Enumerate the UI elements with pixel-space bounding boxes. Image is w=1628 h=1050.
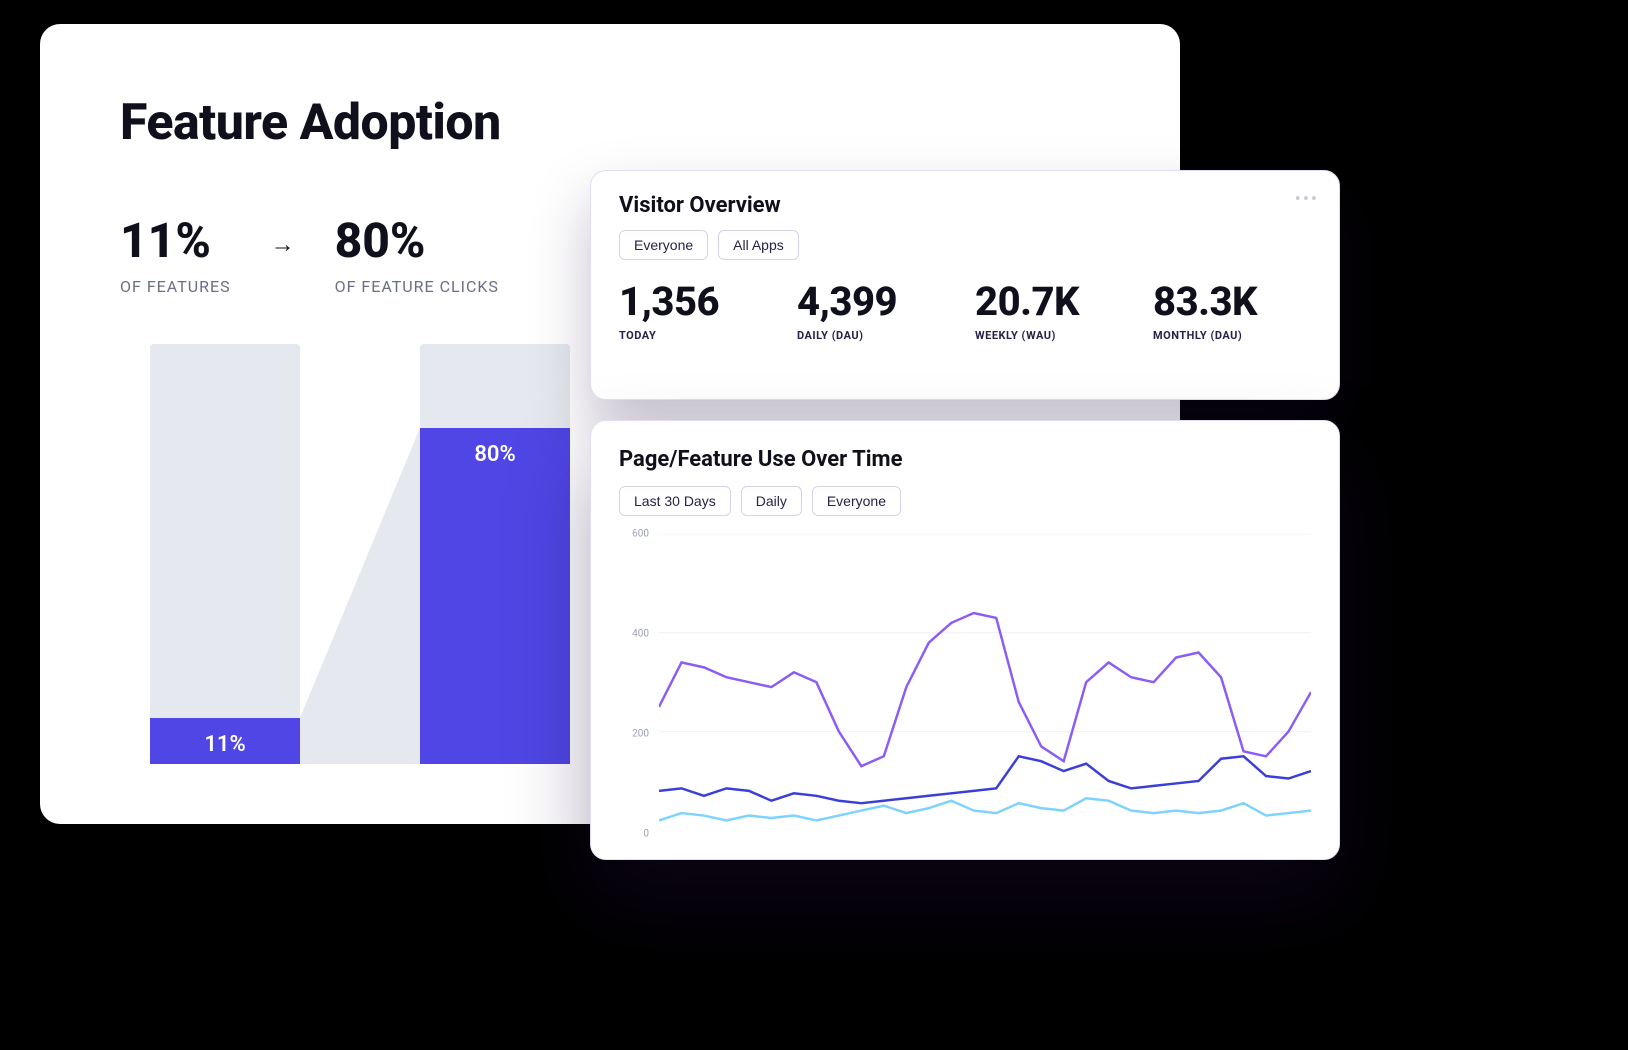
metric: 83.3K MONTHLY (DAU) bbox=[1153, 278, 1311, 342]
line-series bbox=[659, 756, 1311, 803]
metric: 20.7K WEEKLY (WAU) bbox=[975, 278, 1133, 342]
bar-fill: 80% bbox=[420, 428, 570, 764]
stat-value: 80% bbox=[335, 212, 499, 269]
metric-value: 20.7K bbox=[975, 278, 1133, 325]
visitor-overview-filters: Everyone All Apps bbox=[619, 230, 1311, 260]
bar-of-feature-clicks: 80% bbox=[420, 344, 570, 764]
stat-of-features: 11% OF FEATURES bbox=[120, 212, 231, 296]
y-tick-label: 600 bbox=[632, 529, 649, 540]
line-series bbox=[659, 613, 1311, 766]
bar-connector bbox=[300, 344, 420, 764]
filter-chip[interactable]: Last 30 Days bbox=[619, 486, 731, 516]
y-tick-label: 400 bbox=[632, 629, 649, 640]
page-feature-use-title: Page/Feature Use Over Time bbox=[619, 447, 1311, 472]
metric-value: 83.3K bbox=[1153, 278, 1311, 325]
stat-of-feature-clicks: 80% OF FEATURE CLICKS bbox=[335, 212, 499, 296]
bar-value-label: 80% bbox=[474, 442, 515, 467]
visitor-overview-card: ••• Visitor Overview Everyone All Apps 1,… bbox=[590, 170, 1340, 400]
y-axis-labels: 0200400600 bbox=[619, 534, 649, 834]
more-icon[interactable]: ••• bbox=[1295, 189, 1319, 210]
stat-value: 11% bbox=[120, 212, 231, 269]
stat-label: OF FEATURE CLICKS bbox=[335, 277, 499, 296]
bar-of-features: 11% bbox=[150, 344, 300, 764]
line-series bbox=[659, 798, 1311, 820]
bar-fill: 11% bbox=[150, 718, 300, 764]
metric-label: DAILY (DAU) bbox=[797, 329, 955, 342]
filter-chip[interactable]: Everyone bbox=[619, 230, 708, 260]
stat-label: OF FEATURES bbox=[120, 277, 231, 296]
line-chart-svg bbox=[659, 534, 1311, 830]
filter-chip[interactable]: All Apps bbox=[718, 230, 799, 260]
metric-label: TODAY bbox=[619, 329, 777, 342]
filter-chip[interactable]: Daily bbox=[741, 486, 802, 516]
bar-value-label: 11% bbox=[204, 732, 245, 757]
visitor-overview-metrics: 1,356 TODAY 4,399 DAILY (DAU) 20.7K WEEKLY (W… bbox=[619, 278, 1311, 342]
arrow-right-icon: → bbox=[271, 230, 295, 259]
page-feature-use-filters: Last 30 Days Daily Everyone bbox=[619, 486, 1311, 516]
y-tick-label: 0 bbox=[643, 829, 649, 840]
metric-value: 4,399 bbox=[797, 278, 955, 325]
page-feature-use-chart: 0200400600 bbox=[619, 534, 1311, 834]
metric-label: MONTHLY (DAU) bbox=[1153, 329, 1311, 342]
visitor-overview-title: Visitor Overview bbox=[619, 193, 1311, 218]
metric: 4,399 DAILY (DAU) bbox=[797, 278, 955, 342]
filter-chip[interactable]: Everyone bbox=[812, 486, 901, 516]
y-tick-label: 200 bbox=[632, 729, 649, 740]
metric-value: 1,356 bbox=[619, 278, 777, 325]
page-feature-use-card: Page/Feature Use Over Time Last 30 Days D… bbox=[590, 420, 1340, 860]
feature-adoption-title: Feature Adoption bbox=[120, 94, 1100, 152]
metric-label: WEEKLY (WAU) bbox=[975, 329, 1133, 342]
feature-adoption-bars: 11% 80% bbox=[150, 344, 570, 764]
metric: 1,356 TODAY bbox=[619, 278, 777, 342]
